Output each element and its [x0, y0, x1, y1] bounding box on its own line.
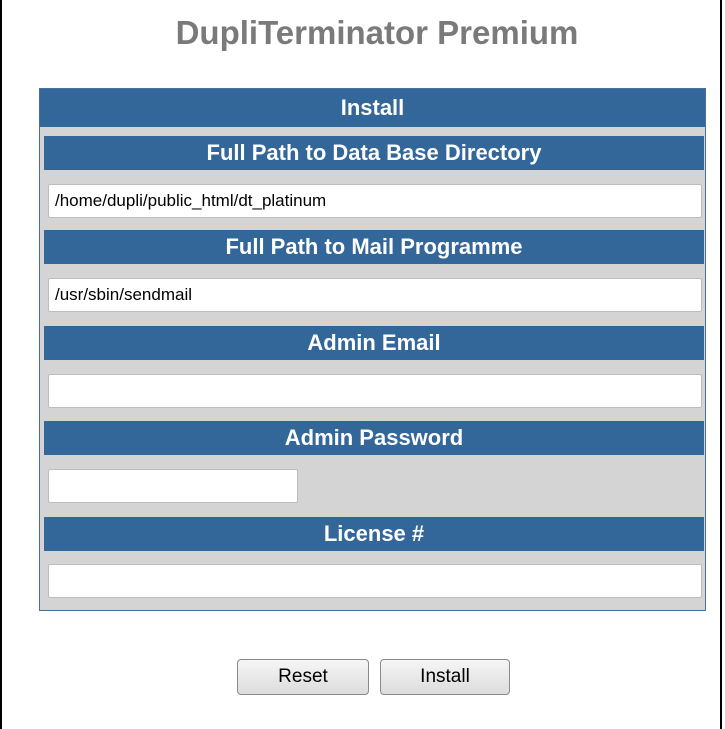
mail-path-input[interactable]: [48, 278, 702, 312]
admin-password-input[interactable]: [48, 469, 298, 503]
install-button[interactable]: Install: [380, 659, 510, 695]
admin-password-label: Admin Password: [44, 421, 704, 455]
license-input[interactable]: [48, 564, 702, 598]
db-path-input[interactable]: [48, 184, 702, 218]
db-path-label: Full Path to Data Base Directory: [44, 136, 704, 170]
page-title: DupliTerminator Premium: [175, 14, 579, 51]
admin-email-label: Admin Email: [44, 326, 704, 360]
mail-path-label: Full Path to Mail Programme: [44, 230, 704, 264]
admin-email-input[interactable]: [48, 374, 702, 408]
install-header: Install: [40, 89, 705, 129]
page-left-border: [0, 0, 2, 729]
reset-button[interactable]: Reset: [237, 659, 369, 695]
page-right-border: [720, 0, 722, 729]
license-label: License #: [44, 517, 704, 551]
install-page: DupliTerminator Premium Install Full Pat…: [0, 0, 725, 729]
